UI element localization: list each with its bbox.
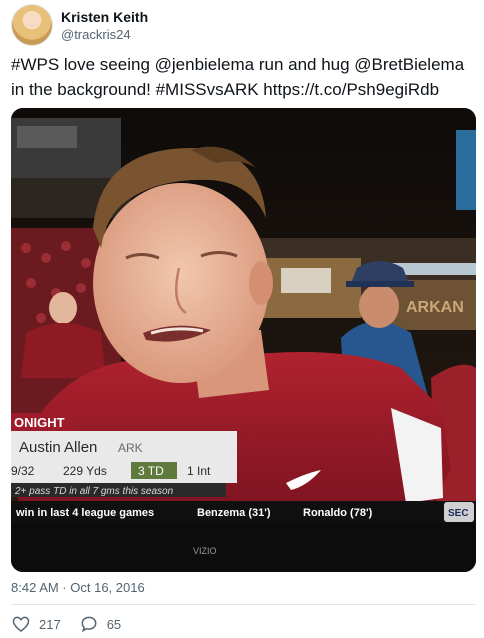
tweet-header: Kristen Keith @trackris24: [11, 4, 471, 48]
tweet-actions: 217 65: [11, 612, 121, 636]
tv-brand: VIZIO: [193, 546, 217, 556]
player-team: ARK: [118, 441, 143, 455]
network-logo: SEC: [448, 508, 469, 519]
reply-button[interactable]: 65: [79, 614, 121, 634]
tweet-link[interactable]: https://t.co/Psh9egiRdb: [263, 80, 439, 99]
tweet-media[interactable]: ARKAN ONIGHT Austin Allen ARK 9/32 229 Y…: [11, 108, 476, 572]
stat-td: 3 TD: [138, 464, 164, 478]
bug-label: ONIGHT: [14, 415, 65, 430]
like-button[interactable]: 217: [11, 614, 61, 634]
divider: [11, 604, 476, 605]
stat-note: 2+ pass TD in all 7 gms this season: [14, 486, 174, 497]
reply-count: 65: [106, 616, 122, 632]
author-handle[interactable]: @trackris24: [61, 27, 131, 42]
heart-icon: [12, 616, 30, 633]
avatar[interactable]: [11, 4, 53, 46]
reply-icon: [81, 616, 97, 633]
stadium-sign: ARKAN: [406, 299, 464, 316]
stat-comp: 9/32: [11, 464, 35, 478]
like-count: 217: [39, 616, 61, 632]
author-name[interactable]: Kristen Keith: [61, 9, 148, 25]
player-name: Austin Allen: [19, 439, 97, 456]
stat-yds: 229 Yds: [63, 464, 107, 478]
ticker-mid: Benzema (31'): [197, 507, 271, 519]
tweet-timestamp[interactable]: 8:42 AM · Oct 16, 2016: [11, 580, 145, 595]
tv-bezel: [11, 523, 476, 572]
ticker-left: win in last 4 league games: [15, 507, 154, 519]
ticker-right: Ronaldo (78'): [303, 507, 373, 519]
tweet-text: #WPS love seeing @jenbielema run and hug…: [11, 52, 476, 102]
stat-int: 1 Int: [187, 464, 211, 478]
media-image: ARKAN ONIGHT Austin Allen ARK 9/32 229 Y…: [11, 108, 476, 572]
